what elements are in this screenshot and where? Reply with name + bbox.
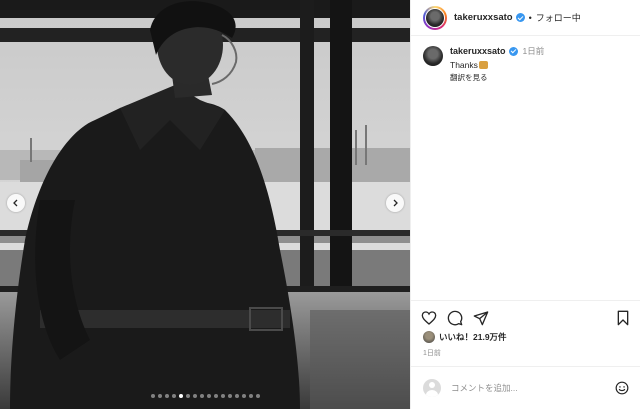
header-separator: • xyxy=(528,12,532,23)
comment-input[interactable] xyxy=(451,383,615,393)
following-button[interactable]: フォロー中 xyxy=(536,11,581,24)
current-user-avatar xyxy=(423,379,441,397)
chevron-right-icon xyxy=(391,199,399,207)
see-translation-link[interactable]: 翻訳を見る xyxy=(450,72,544,83)
carousel-dot xyxy=(248,394,253,398)
bookmark-icon[interactable] xyxy=(615,310,631,326)
carousel-dot xyxy=(199,394,204,398)
carousel-prev-button[interactable] xyxy=(7,194,25,212)
carousel-dot xyxy=(192,394,197,398)
package-emoji-icon xyxy=(478,61,488,69)
carousel-next-button[interactable] xyxy=(386,194,404,212)
caption-avatar[interactable] xyxy=(423,46,443,66)
chevron-left-icon xyxy=(12,199,20,207)
carousel-indicator xyxy=(0,394,410,398)
heart-icon[interactable] xyxy=(421,310,437,326)
carousel-dot xyxy=(157,394,162,398)
carousel-dot xyxy=(255,394,260,398)
carousel-dot xyxy=(220,394,225,398)
liker-avatar[interactable] xyxy=(423,331,435,343)
avatar xyxy=(426,8,444,27)
action-bar xyxy=(411,300,640,334)
comment-icon[interactable] xyxy=(447,310,463,326)
likes-count[interactable]: いいね！21.9万件 xyxy=(439,331,507,343)
photo-scene xyxy=(0,0,410,409)
post-photo[interactable] xyxy=(0,0,410,409)
post-side-panel: takeruxxsato • フォロー中 takeruxxsato 1日前 Th… xyxy=(410,0,640,409)
caption-comment: takeruxxsato 1日前 Thanks 翻訳を見る xyxy=(411,36,640,83)
caption-time[interactable]: 1日前 xyxy=(523,45,545,57)
share-icon[interactable] xyxy=(473,310,489,326)
header-username[interactable]: takeruxxsato xyxy=(454,12,513,23)
carousel-dot xyxy=(213,394,218,398)
carousel-dot xyxy=(241,394,246,398)
caption-username[interactable]: takeruxxsato xyxy=(450,46,506,56)
verified-badge-icon xyxy=(515,13,525,22)
comment-composer xyxy=(411,366,640,409)
post-header: takeruxxsato • フォロー中 xyxy=(411,0,640,36)
carousel-dot xyxy=(150,394,155,398)
carousel-dot xyxy=(234,394,239,398)
story-avatar[interactable] xyxy=(423,5,447,30)
caption-text-row: Thanks xyxy=(450,60,544,70)
carousel-dot xyxy=(164,394,169,398)
carousel-dot xyxy=(171,394,176,398)
carousel-dot xyxy=(227,394,232,398)
emoji-icon[interactable] xyxy=(615,381,629,395)
post-timestamp[interactable]: 1日前 xyxy=(423,348,441,358)
carousel-dot xyxy=(178,394,183,398)
carousel-dot xyxy=(206,394,211,398)
likes-row: いいね！21.9万件 xyxy=(423,331,507,343)
verified-badge-icon xyxy=(508,46,518,56)
carousel-dot xyxy=(185,394,190,398)
caption-text: Thanks xyxy=(450,60,478,70)
